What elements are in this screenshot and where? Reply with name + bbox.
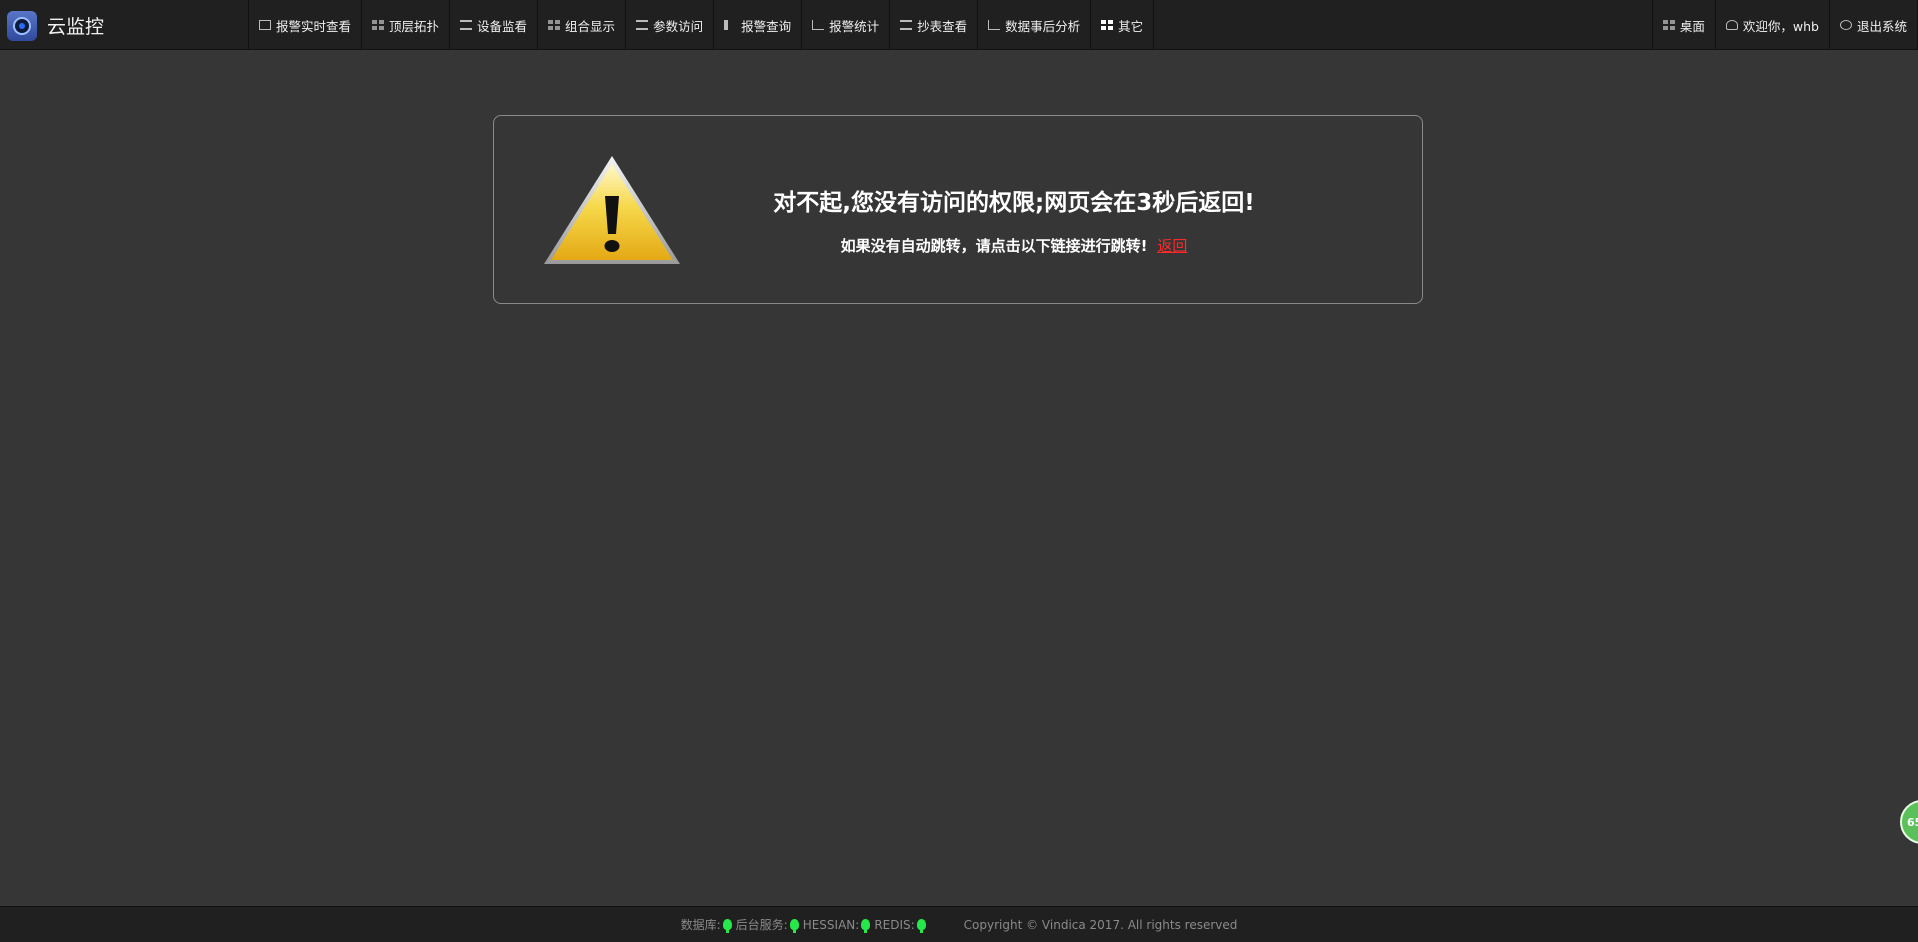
speaker-icon xyxy=(724,20,736,30)
back-link[interactable]: 返回 xyxy=(1157,237,1187,255)
status-label: REDIS: xyxy=(874,917,915,932)
bulb-icon xyxy=(722,919,732,933)
monitor-icon xyxy=(259,20,271,30)
nav-desktop[interactable]: 桌面 xyxy=(1651,0,1715,50)
nav-label: 抄表查看 xyxy=(917,18,968,34)
status-hessian: HESSIAN: xyxy=(802,917,871,933)
nav-other[interactable]: 其它 xyxy=(1090,0,1155,50)
nav-alarm-statistics[interactable]: 报警统计 xyxy=(801,0,889,50)
message-subtitle: 如果没有自动跳转，请点击以下链接进行跳转! 返回 xyxy=(734,235,1294,256)
app-title: 云监控 xyxy=(47,16,105,38)
status-label: 后台服务: xyxy=(735,918,788,932)
apps-icon xyxy=(1101,20,1114,30)
main-nav: 报警实时查看 顶层拓扑 设备监看 组合显示 参数访问 报警查询 报警统计 抄表查… xyxy=(248,0,1155,50)
nav-meter-reading[interactable]: 抄表查看 xyxy=(889,0,977,50)
nav-label: 欢迎你，whb xyxy=(1742,18,1819,34)
nav-combined-display[interactable]: 组合显示 xyxy=(537,0,625,50)
nav-alarm-query[interactable]: 报警查询 xyxy=(713,0,801,50)
nav-label: 报警统计 xyxy=(829,18,880,34)
nav-data-analysis[interactable]: 数据事后分析 xyxy=(977,0,1090,50)
nav-alarm-realtime[interactable]: 报警实时查看 xyxy=(248,0,361,50)
nav-label: 退出系统 xyxy=(1856,18,1907,34)
top-navbar: 云监控 报警实时查看 顶层拓扑 设备监看 组合显示 参数访问 报警查询 报警统计… xyxy=(0,0,1918,50)
nav-top-topology[interactable]: 顶层拓扑 xyxy=(361,0,449,50)
permission-message-box: 对不起,您没有访问的权限;网页会在3秒后返回! 如果没有自动跳转，请点击以下链接… xyxy=(493,115,1423,304)
message-subtitle-text: 如果没有自动跳转，请点击以下链接进行跳转! xyxy=(840,237,1148,255)
list-icon xyxy=(636,20,649,30)
nav-label: 桌面 xyxy=(1679,18,1705,34)
nav-label: 顶层拓扑 xyxy=(389,18,440,34)
grid-icon xyxy=(548,20,561,30)
status-label: 数据库: xyxy=(680,918,721,932)
brand[interactable]: 云监控 xyxy=(7,10,104,41)
status-redis: REDIS: xyxy=(874,917,926,933)
list-icon xyxy=(460,20,473,30)
nav-label: 组合显示 xyxy=(565,18,616,34)
badge-value: 65 xyxy=(1907,815,1918,829)
service-status: 数据库: 后台服务: HESSIAN: REDIS: xyxy=(681,916,930,933)
nav-parameter-access[interactable]: 参数访问 xyxy=(625,0,713,50)
nav-label: 报警查询 xyxy=(741,18,792,34)
grid-icon xyxy=(1662,20,1675,30)
list-icon xyxy=(900,20,913,30)
user-icon xyxy=(1725,20,1738,30)
bulb-icon xyxy=(916,919,926,933)
nav-welcome-user[interactable]: 欢迎你，whb xyxy=(1714,0,1829,50)
floating-counter-badge[interactable]: 65 xyxy=(1900,800,1918,844)
eye-logo-icon xyxy=(7,10,37,41)
chart-icon xyxy=(812,20,825,30)
nav-logout[interactable]: 退出系统 xyxy=(1828,0,1918,50)
status-backend: 后台服务: xyxy=(736,916,799,933)
copyright-text: Copyright © Vindica 2017. All rights res… xyxy=(963,917,1238,932)
nav-label: 报警实时查看 xyxy=(276,18,352,34)
footer: 数据库: 后台服务: HESSIAN: REDIS: Copyright © V… xyxy=(0,906,1918,942)
grid-icon xyxy=(372,20,385,30)
nav-label: 参数访问 xyxy=(653,18,704,34)
user-nav: 桌面 欢迎你，whb 退出系统 xyxy=(1651,0,1918,50)
status-label: HESSIAN: xyxy=(802,917,860,932)
power-icon xyxy=(1839,20,1852,30)
chart-icon xyxy=(988,20,1001,30)
nav-device-monitor[interactable]: 设备监看 xyxy=(449,0,537,50)
bulb-icon xyxy=(861,919,871,933)
nav-label: 设备监看 xyxy=(477,18,528,34)
nav-label: 其它 xyxy=(1118,18,1144,34)
bulb-icon xyxy=(789,919,799,933)
warning-icon xyxy=(544,156,680,264)
nav-label: 数据事后分析 xyxy=(1005,18,1081,34)
message-title: 对不起,您没有访问的权限;网页会在3秒后返回! xyxy=(773,190,1255,216)
status-database: 数据库: xyxy=(681,916,732,933)
